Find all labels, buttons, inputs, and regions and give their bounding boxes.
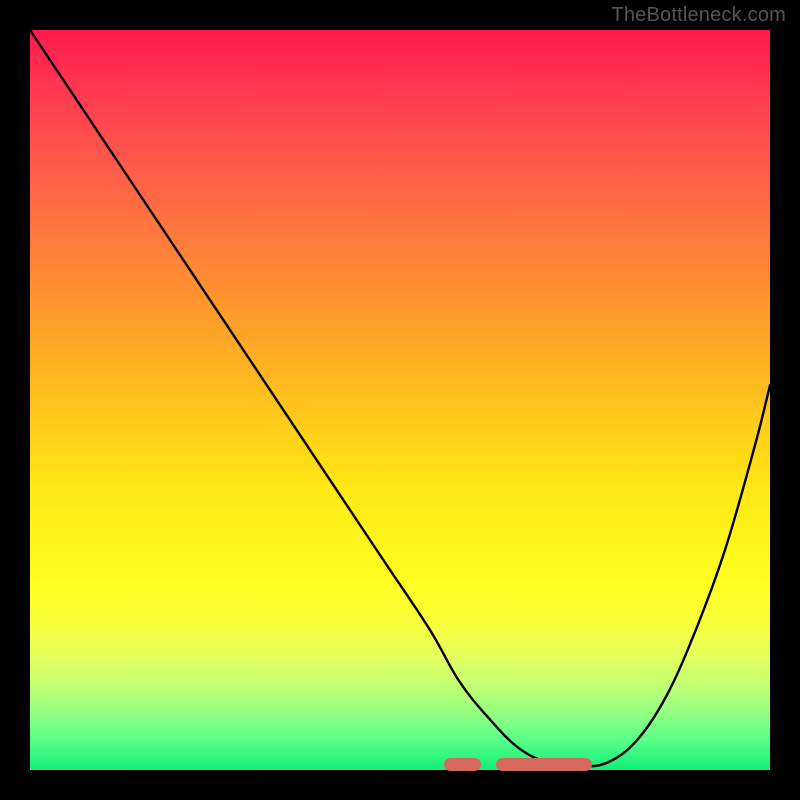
watermark-text: TheBottleneck.com	[611, 4, 786, 27]
highlight-segment	[496, 758, 592, 771]
highlight-segment	[444, 758, 481, 771]
chart-plot-area	[30, 30, 770, 770]
chart-curve	[30, 30, 770, 770]
